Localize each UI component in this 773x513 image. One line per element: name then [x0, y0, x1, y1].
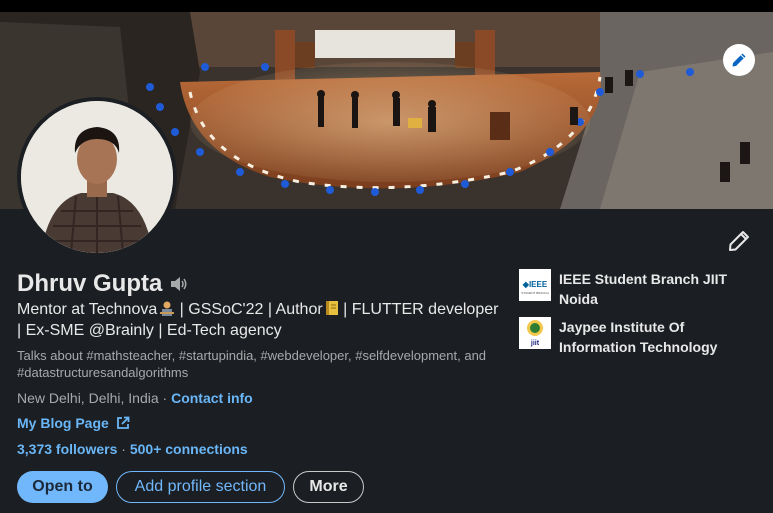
- network-row: 3,373 followers · 500+ connections: [17, 441, 248, 457]
- location-row: New Delhi, Delhi, India · Contact info: [17, 390, 253, 406]
- org-name: IEEE Student Branch JIIT Noida: [559, 271, 728, 307]
- open-to-button[interactable]: Open to: [17, 471, 108, 503]
- profile-card: Dhruv Gupta Mentor at Technova | GSSoC'2…: [0, 0, 773, 513]
- more-button[interactable]: More: [293, 471, 364, 503]
- speaker-icon[interactable]: [168, 274, 188, 294]
- headline-part-2: | GSSoC'22 | Author: [175, 301, 323, 318]
- notebook-emoji-icon: [325, 300, 339, 316]
- svg-text:jiit: jiit: [530, 340, 540, 347]
- jiit-logo-icon: jiit: [519, 317, 551, 349]
- headline: Mentor at Technova | GSSoC'22 | Author |…: [17, 299, 502, 341]
- contact-info-link[interactable]: Contact info: [171, 390, 253, 406]
- blog-link-label: My Blog Page: [17, 415, 109, 431]
- svg-text:◆IEEE: ◆IEEE: [522, 280, 548, 289]
- separator: ·: [117, 441, 130, 457]
- external-link-icon: [116, 416, 130, 429]
- pencil-icon: [729, 231, 749, 251]
- name-row: Dhruv Gupta: [17, 270, 188, 298]
- separator: ·: [158, 390, 172, 406]
- org-item-jiit[interactable]: jiit Jaypee Institute Of Information Tec…: [519, 317, 759, 357]
- add-profile-section-button[interactable]: Add profile section: [116, 471, 285, 503]
- org-item-ieee[interactable]: ◆IEEE STUDENT BRANCH IEEE Student Branch…: [519, 269, 759, 309]
- location: New Delhi, Delhi, India: [17, 390, 159, 406]
- followers-link[interactable]: 3,373 followers: [17, 441, 117, 457]
- edit-intro-button[interactable]: [727, 229, 751, 253]
- connections-link[interactable]: 500+ connections: [130, 441, 248, 457]
- profile-photo: [21, 101, 173, 253]
- top-bar: [0, 0, 773, 12]
- teacher-emoji-icon: [159, 300, 175, 316]
- org-name: Jaypee Institute Of Information Technolo…: [559, 319, 718, 355]
- svg-text:STUDENT BRANCH: STUDENT BRANCH: [521, 291, 549, 295]
- ieee-logo-icon: ◆IEEE STUDENT BRANCH: [519, 269, 551, 301]
- profile-name: Dhruv Gupta: [17, 270, 163, 297]
- headline-part-1: Mentor at Technova: [17, 301, 158, 318]
- edit-cover-button[interactable]: [723, 44, 755, 76]
- talks-about: Talks about #mathsteacher, #startupindia…: [17, 348, 487, 380]
- pencil-icon: [732, 53, 746, 67]
- blog-link[interactable]: My Blog Page: [17, 415, 130, 431]
- avatar[interactable]: [17, 97, 177, 257]
